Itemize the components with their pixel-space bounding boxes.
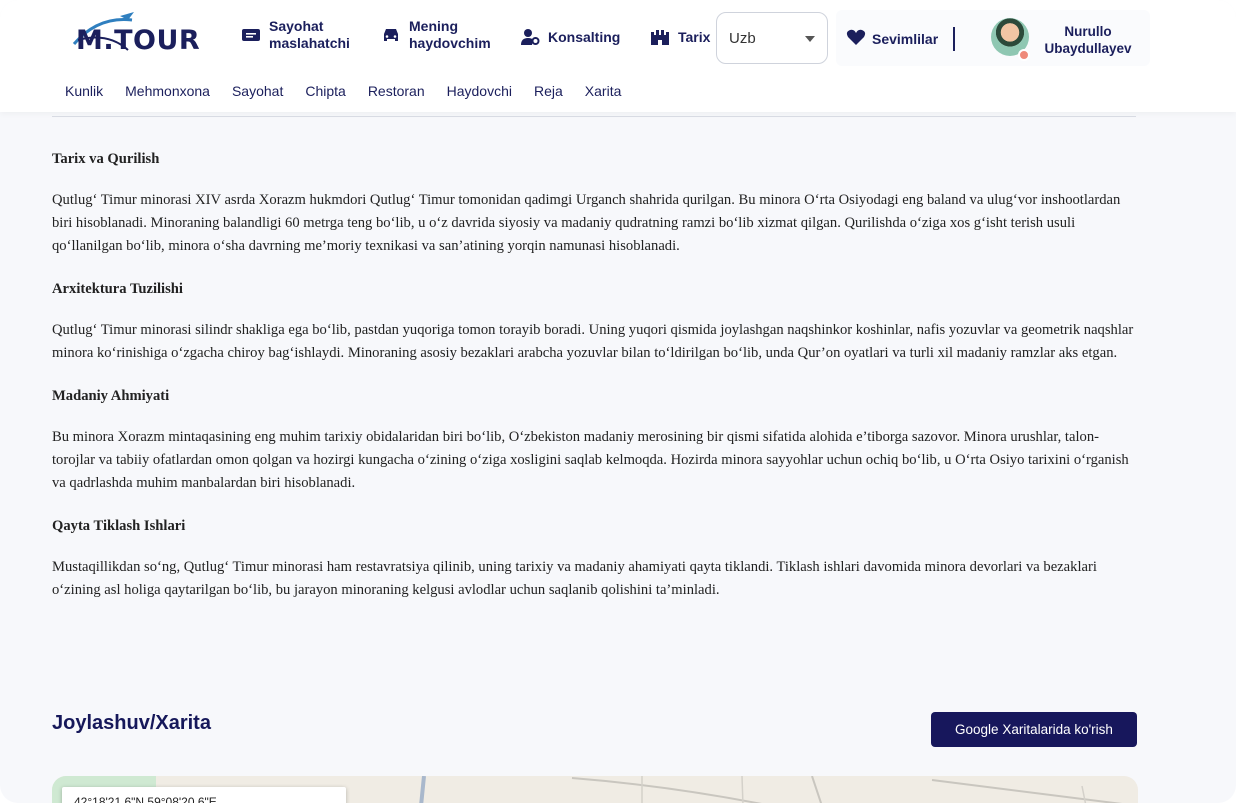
user-gear-icon	[520, 27, 540, 47]
article-body: Tarix va Qurilish Qutlug‘ Timur minorasi…	[52, 150, 1138, 624]
nav-history[interactable]: Tarix	[650, 27, 710, 47]
sub-navigation: Kunlik Mehmonxona Sayohat Chipta Restora…	[65, 83, 621, 99]
logo-text: M.TOUR	[76, 25, 201, 56]
nav-my-driver[interactable]: Mening haydovchim	[381, 18, 491, 52]
subnav-item-mehmonxona[interactable]: Mehmonxona	[125, 83, 210, 99]
site-header: M.TOUR Sayohat maslahatchi Mening haydovch…	[0, 0, 1236, 112]
heart-icon	[846, 28, 866, 49]
language-value: Uzb	[729, 29, 756, 47]
subnav-item-restoran[interactable]: Restoran	[368, 83, 425, 99]
open-google-maps-button[interactable]: Google Xaritalarida ko'rish	[931, 712, 1137, 747]
section-divider	[52, 116, 1136, 117]
nav-my-driver-label-1: Mening	[409, 18, 458, 34]
page-frame: M.TOUR Sayohat maslahatchi Mening haydovch…	[0, 0, 1236, 803]
status-dot	[1018, 49, 1030, 61]
subnav-item-chipta[interactable]: Chipta	[305, 83, 345, 99]
favorites-link[interactable]: Sevimlilar	[846, 28, 938, 49]
subnav-item-kunlik[interactable]: Kunlik	[65, 83, 103, 99]
nav-travel-advisor-label-2: maslahatchi	[269, 35, 350, 51]
subnav-item-reja[interactable]: Reja	[534, 83, 563, 99]
language-select[interactable]: Uzb	[716, 12, 828, 64]
user-name[interactable]: Nurullo Ubaydullayev	[1040, 23, 1136, 57]
section-paragraph: Mustaqillikdan so‘ng, Qutlug‘ Timur mino…	[52, 559, 1097, 598]
nav-history-label: Tarix	[678, 28, 711, 45]
chevron-down-icon	[805, 36, 815, 42]
nav-consulting-label: Konsalting	[548, 28, 621, 45]
subnav-item-sayohat[interactable]: Sayohat	[232, 83, 283, 99]
subnav-item-xarita[interactable]: Xarita	[585, 83, 622, 99]
section-heading: Arxitektura Tuzilishi	[52, 281, 183, 297]
section-heading: Qayta Tiklash Ishlari	[52, 518, 186, 534]
section-paragraph: Qutlug‘ Timur minorasi silindr shakliga …	[52, 322, 1134, 361]
nav-my-driver-label-2: haydovchim	[409, 35, 491, 51]
section-paragraph: Qutlug‘ Timur minorasi XIV asrda Xorazm …	[52, 192, 1121, 254]
ticket-icon	[241, 25, 261, 45]
section-heading: Tarix va Qurilish	[52, 151, 160, 167]
car-icon	[381, 25, 401, 45]
map-coordinates: 42°18'21.6"N 59°08'20.6"E	[74, 795, 217, 803]
favorites-label: Sevimlilar	[872, 30, 939, 47]
nav-travel-advisor-label-1: Sayohat	[269, 18, 324, 34]
header-divider	[953, 27, 955, 51]
section-paragraph: Bu minora Xorazm mintaqasining eng muhim…	[52, 429, 1129, 491]
user-last-name: Ubaydullayev	[1044, 41, 1132, 56]
nav-consulting[interactable]: Konsalting	[520, 27, 620, 47]
map-section-title: Joylashuv/Xarita	[52, 712, 211, 734]
subnav-item-haydovchi[interactable]: Haydovchi	[447, 83, 512, 99]
logo[interactable]: M.TOUR	[68, 10, 220, 60]
map-info-card: 42°18'21.6"N 59°08'20.6"E	[62, 787, 346, 803]
section-heading: Madaniy Ahmiyati	[52, 388, 170, 404]
castle-icon	[650, 27, 670, 47]
nav-travel-advisor[interactable]: Sayohat maslahatchi	[241, 18, 350, 52]
user-first-name: Nurullo	[1064, 24, 1112, 39]
map-embed[interactable]: 42°18'21.6"N 59°08'20.6"E	[52, 776, 1138, 803]
